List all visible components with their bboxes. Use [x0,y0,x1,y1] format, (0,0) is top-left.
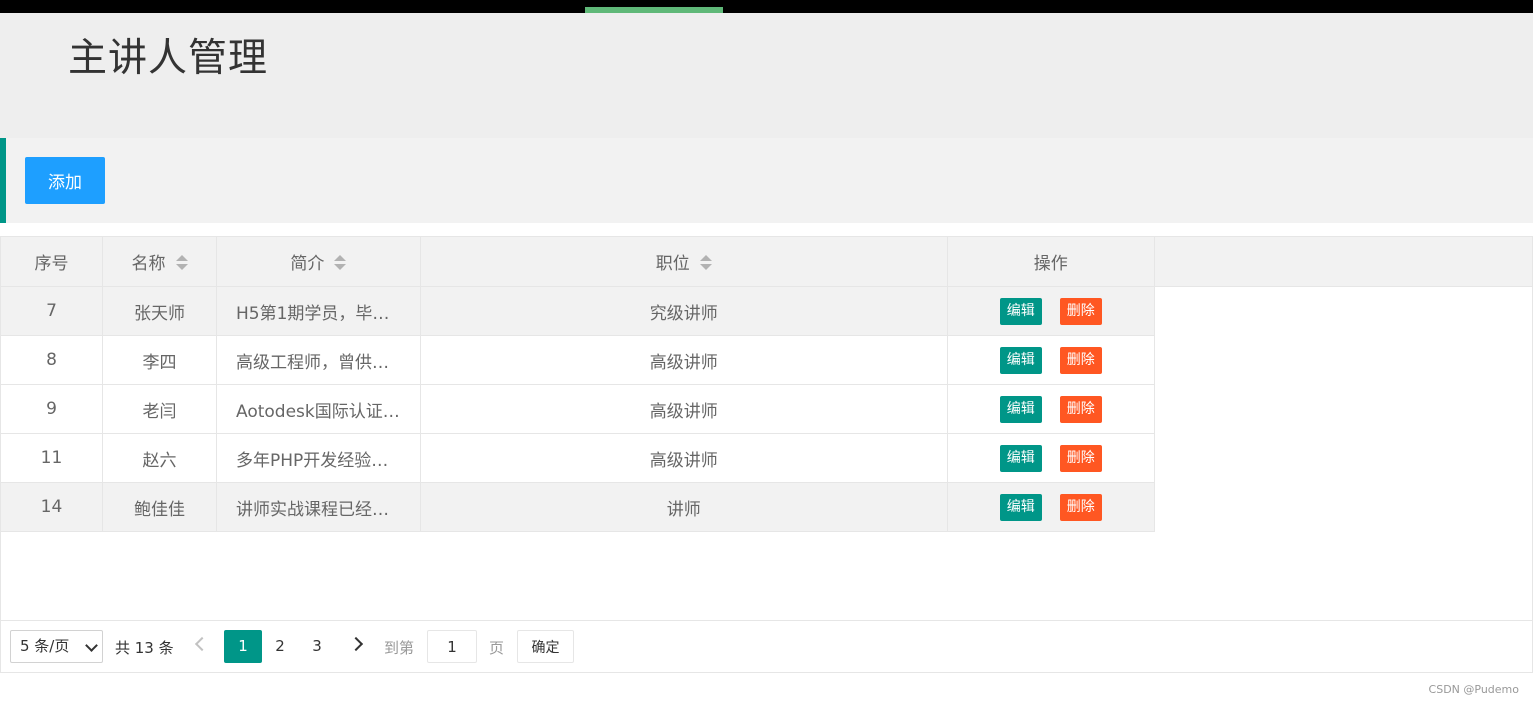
table-row: 7 张天师 H5第1期学员，毕… 究级讲师 编辑 删除 [1,286,1155,336]
edit-button[interactable]: 编辑 [999,493,1042,521]
cell-position: 高级讲师 [420,384,948,434]
table-row: 9 老闫 Aotodesk国际认证… 高级讲师 编辑 删除 [1,384,1155,434]
add-button[interactable]: 添加 [25,157,105,204]
cell-intro: 高级工程师，曾供… [216,335,421,385]
page-button-3[interactable]: 3 [298,630,336,663]
chevron-left-icon[interactable] [190,634,210,658]
data-table: 序号 名称 简介 职位 操作 7 张天师 H5第1期学员，毕… 究级讲师 编辑删… [0,236,1533,673]
edit-button[interactable]: 编辑 [999,395,1042,423]
cell-position: 讲师 [420,482,948,532]
sort-icon[interactable] [334,255,347,271]
page-title: 主讲人管理 [68,36,269,81]
delete-button[interactable]: 删除 [1059,444,1102,472]
cell-actions: 编辑 删除 [947,335,1155,385]
delete-button[interactable]: 删除 [1059,346,1102,374]
cell-id: 9 [1,384,103,434]
cell-id: 7 [1,286,103,336]
cell-position: 高级讲师 [420,433,948,483]
cell-id: 11 [1,433,103,483]
table-row: 11 赵六 多年PHP开发经验… 高级讲师 编辑 删除 [1,433,1155,483]
edit-button[interactable]: 编辑 [999,444,1042,472]
total-count: 共 13 条 [115,639,174,657]
delete-button[interactable]: 删除 [1059,493,1102,521]
column-header-name[interactable]: 名称 [102,237,217,287]
page-button-1[interactable]: 1 [224,630,262,663]
cell-id: 8 [1,335,103,385]
column-header-position[interactable]: 职位 [420,237,948,287]
cell-name: 赵六 [102,433,217,483]
cell-intro: 讲师实战课程已经… [216,482,421,532]
cell-position: 究级讲师 [420,286,948,336]
cell-intro: H5第1期学员，毕… [216,286,421,336]
cell-actions: 编辑 删除 [947,286,1155,336]
cell-actions: 编辑 删除 [947,433,1155,483]
chevron-down-icon [85,639,98,652]
cell-name: 鲍佳佳 [102,482,217,532]
page-size-select[interactable]: 5 条/页 [10,630,103,663]
cell-position: 高级讲师 [420,335,948,385]
table-header-row: 序号 名称 简介 职位 操作 [1,237,1155,287]
edit-button[interactable]: 编辑 [999,346,1042,374]
column-header-id: 序号 [1,237,103,287]
cell-actions: 编辑 删除 [947,384,1155,434]
sort-icon[interactable] [175,255,188,271]
goto-page-input[interactable] [427,630,477,663]
cell-intro: 多年PHP开发经验… [216,433,421,483]
toolbar: 添加 [0,138,1533,223]
page-unit-label: 页 [489,639,505,657]
delete-button[interactable]: 删除 [1059,395,1102,423]
edit-button[interactable]: 编辑 [999,297,1042,325]
column-header-intro[interactable]: 简介 [216,237,421,287]
watermark: CSDN @Pudemo [1428,683,1519,696]
table-row: 8 李四 高级工程师，曾供… 高级讲师 编辑 删除 [1,335,1155,385]
table-row: 14 鲍佳佳 讲师实战课程已经… 讲师 编辑 删除 [1,482,1155,532]
pagination: 5 条/页 共 13 条 1 2 3 到第 页 确定 [1,620,1532,672]
confirm-button[interactable]: 确定 [517,630,574,663]
top-bar [0,0,1533,13]
cell-name: 老闫 [102,384,217,434]
cell-id: 14 [1,482,103,532]
sort-icon[interactable] [699,255,712,271]
page-size-value: 5 条/页 [20,637,70,655]
column-header-actions: 操作 [947,237,1155,287]
page-header: 主讲人管理 [0,13,1533,138]
goto-label: 到第 [384,639,415,657]
lecturer-table: 序号 名称 简介 职位 操作 7 张天师 H5第1期学员，毕… 究级讲师 编辑删… [1,237,1155,532]
cell-intro: Aotodesk国际认证… [216,384,421,434]
cell-actions: 编辑 删除 [947,482,1155,532]
cell-name: 李四 [102,335,217,385]
page-button-2[interactable]: 2 [261,630,299,663]
delete-button[interactable]: 删除 [1059,297,1102,325]
chevron-right-icon[interactable] [348,634,368,658]
cell-name: 张天师 [102,286,217,336]
